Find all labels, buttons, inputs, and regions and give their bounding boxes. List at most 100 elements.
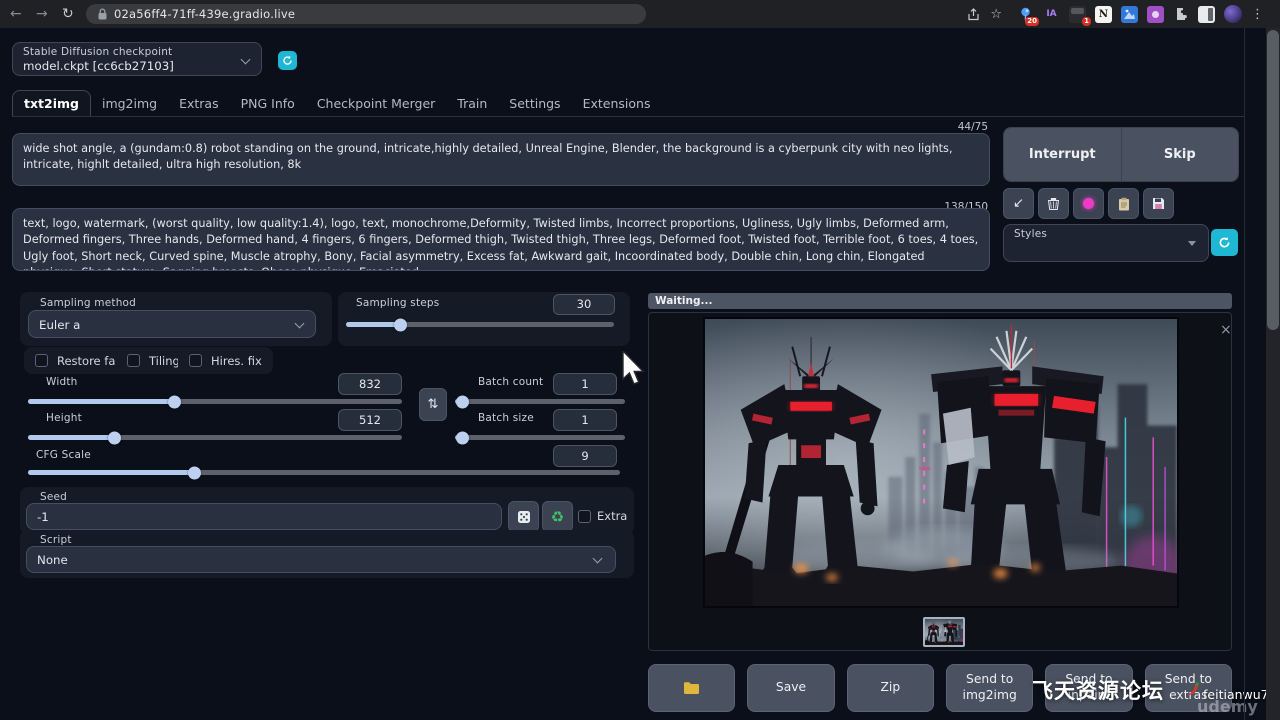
share-icon[interactable]	[966, 7, 981, 22]
apply-style-button[interactable]	[1108, 188, 1139, 219]
tab-train[interactable]: Train	[446, 90, 498, 117]
dice-icon	[517, 510, 531, 524]
cfg-scale-slider[interactable]	[28, 465, 620, 479]
back-icon[interactable]: ←	[10, 4, 22, 24]
reload-icon[interactable]: ↻	[62, 4, 74, 24]
tab-extras[interactable]: Extras	[168, 90, 230, 117]
batch-size-value[interactable]: 1	[553, 409, 617, 431]
checkpoint-refresh-button[interactable]	[278, 51, 297, 70]
script-dropdown[interactable]: None	[26, 546, 616, 573]
sampling-method-label: Sampling method	[40, 297, 136, 309]
send-to-img2img-button[interactable]: Send toimg2img	[946, 664, 1033, 712]
chevron-down-icon	[593, 554, 603, 564]
bookmark-star-icon[interactable]: ☆	[990, 7, 1002, 22]
extra-seed-label: Extra	[597, 509, 627, 523]
clear-prompt-button[interactable]	[1038, 188, 1069, 219]
slider-thumb[interactable]	[456, 395, 469, 408]
forward-icon[interactable]: →	[36, 4, 48, 24]
generated-image[interactable]	[703, 317, 1179, 608]
width-slider[interactable]	[28, 394, 402, 408]
sidepanel-icon[interactable]	[1198, 6, 1215, 23]
cfg-scale-value[interactable]: 9	[553, 445, 617, 467]
batch-count-slider[interactable]	[455, 394, 625, 408]
styles-dropdown[interactable]: Styles	[1003, 224, 1209, 262]
scrollbar-thumb[interactable]	[1267, 30, 1279, 330]
negative-prompt-input[interactable]: text, logo, watermark, (worst quality, l…	[12, 208, 990, 271]
batch-size-slider[interactable]	[455, 430, 625, 444]
seed-value: -1	[37, 510, 49, 524]
height-value[interactable]: 512	[338, 409, 402, 431]
pin-extension-icon[interactable]: 20	[1017, 6, 1034, 23]
cfg-scale-label: CFG Scale	[36, 449, 91, 461]
checkpoint-value: model.ckpt [cc6cb27103]	[23, 59, 174, 73]
hires-fix-checkbox[interactable]	[189, 354, 202, 367]
mouse-cursor	[621, 351, 647, 387]
gallery-thumbnail[interactable]	[923, 617, 965, 647]
tab-settings[interactable]: Settings	[498, 90, 571, 117]
zip-button[interactable]: Zip	[847, 664, 934, 712]
sampling-steps-label: Sampling steps	[356, 297, 439, 309]
batch-size-label: Batch size	[478, 412, 534, 424]
tab-png-info[interactable]: PNG Info	[230, 90, 306, 117]
refresh-icon	[1218, 236, 1231, 249]
screenshot-extension-icon[interactable]	[1121, 6, 1138, 23]
container-border	[1244, 28, 1245, 720]
profile-avatar[interactable]	[1224, 5, 1242, 23]
gundam-preview-art	[925, 619, 963, 645]
tab-extensions[interactable]: Extensions	[572, 90, 662, 117]
purple-extension-icon[interactable]	[1147, 6, 1164, 23]
styles-refresh-button[interactable]	[1211, 229, 1238, 256]
slider-thumb[interactable]	[188, 466, 201, 479]
checkpoint-dropdown[interactable]: Stable Diffusion checkpoint model.ckpt […	[12, 42, 262, 76]
address-bar[interactable]: 02a56ff4-71ff-439e.gradio.live	[86, 4, 646, 24]
extra-seed-checkbox[interactable]	[578, 510, 591, 523]
lock-icon	[98, 8, 107, 20]
pink-dot-icon	[1083, 198, 1094, 209]
progress-bar: Waiting...	[648, 293, 1232, 309]
main-tabs: txt2img img2img Extras PNG Info Checkpoi…	[12, 90, 661, 117]
open-folder-button[interactable]	[648, 664, 735, 712]
tab-img2img[interactable]: img2img	[91, 90, 168, 117]
prompt-token-counter: 44/75	[918, 121, 988, 133]
extra-networks-button[interactable]	[1073, 188, 1104, 219]
notion-extension-icon[interactable]: N	[1095, 6, 1112, 23]
batch-count-value[interactable]: 1	[553, 373, 617, 395]
hires-fix-label: Hires. fix	[211, 354, 262, 368]
save-button[interactable]: Save	[747, 664, 834, 712]
ia-extension-icon[interactable]: IA	[1043, 6, 1060, 23]
camera-extension-icon[interactable]: 1	[1069, 6, 1086, 23]
sampling-method-dropdown[interactable]: Euler a	[28, 310, 316, 338]
floppy-disk-icon	[1152, 197, 1165, 210]
interrupt-button[interactable]: Interrupt	[1004, 128, 1121, 181]
swap-icon: ⇅	[428, 397, 439, 412]
sampling-steps-slider[interactable]	[346, 317, 614, 331]
slider-thumb[interactable]	[456, 431, 469, 444]
thumbnail-image	[925, 619, 963, 645]
save-style-button[interactable]	[1143, 188, 1174, 219]
extensions-puzzle-icon[interactable]	[1173, 6, 1189, 22]
styles-label: Styles	[1014, 228, 1047, 240]
swap-dimensions-button[interactable]: ⇅	[419, 388, 447, 421]
random-seed-button[interactable]	[508, 501, 539, 532]
restore-faces-checkbox[interactable]	[35, 354, 48, 367]
tiling-checkbox[interactable]	[127, 354, 140, 367]
tab-checkpoint-merger[interactable]: Checkpoint Merger	[306, 90, 446, 117]
slider-thumb[interactable]	[108, 431, 121, 444]
script-value: None	[37, 553, 68, 567]
width-value[interactable]: 832	[338, 373, 402, 395]
browser-menu-icon[interactable]: ⋮	[1251, 7, 1264, 22]
generation-controls: Interrupt Skip	[1003, 127, 1239, 182]
height-slider[interactable]	[28, 430, 402, 444]
paste-generation-params-button[interactable]: ↙	[1003, 188, 1034, 219]
prompt-input[interactable]: wide shot angle, a (gundam:0.8) robot st…	[12, 133, 990, 186]
progress-status: Waiting...	[655, 295, 712, 307]
close-preview-icon[interactable]: ×	[1220, 322, 1232, 338]
skip-button[interactable]: Skip	[1121, 128, 1239, 181]
slider-thumb[interactable]	[394, 318, 407, 331]
reuse-seed-button[interactable]: ♻	[542, 501, 573, 532]
tab-txt2img[interactable]: txt2img	[12, 90, 91, 117]
seed-input[interactable]: -1	[26, 503, 502, 530]
slider-thumb[interactable]	[168, 395, 181, 408]
sampling-steps-value[interactable]: 30	[553, 294, 615, 315]
hires-fix-option[interactable]: Hires. fix	[178, 347, 273, 374]
